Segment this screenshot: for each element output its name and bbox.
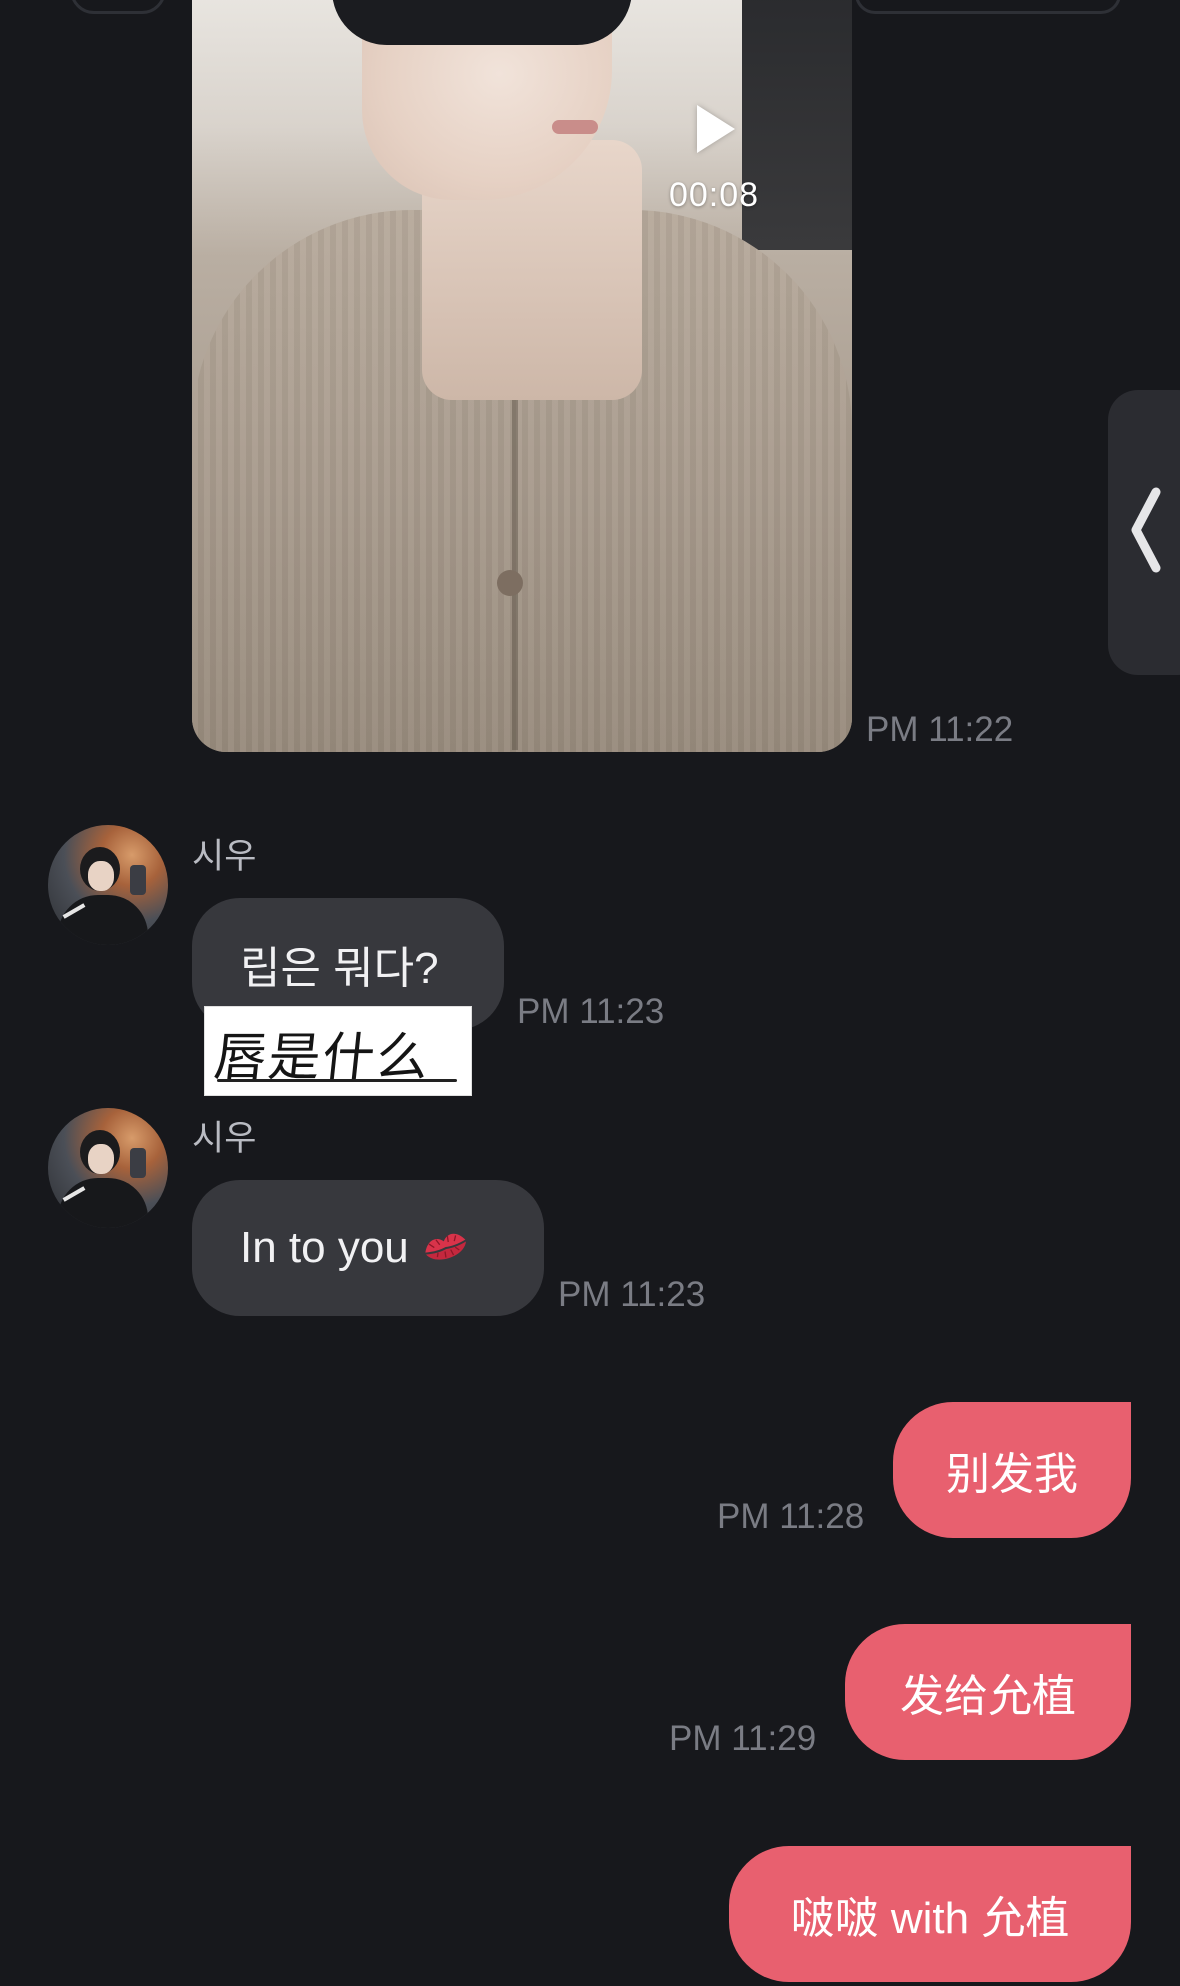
message-text: 别发我 xyxy=(946,1450,1078,1499)
message-timestamp: PM 11:23 xyxy=(517,992,665,1031)
video-timestamp: PM 11:22 xyxy=(866,710,1014,749)
chat-screen: 00:08 PM 11:22 시우 립은 뭐다? PM 11:23 唇是什么 시… xyxy=(0,0,1180,1986)
video-sweater-placket xyxy=(512,350,518,750)
outgoing-message-bubble[interactable]: 别发我 xyxy=(893,1402,1131,1538)
video-sweater-button xyxy=(497,570,523,596)
sender-name: 시우 xyxy=(192,1119,257,1158)
top-right-control[interactable] xyxy=(855,0,1121,14)
message-text: In to you xyxy=(240,1223,409,1272)
message-timestamp: PM 11:29 xyxy=(669,1719,817,1758)
outgoing-message-bubble[interactable]: 发给允植 xyxy=(845,1624,1131,1760)
video-message[interactable]: 00:08 xyxy=(192,0,852,752)
avatar-face xyxy=(88,1144,114,1174)
translation-note-underline xyxy=(217,1079,457,1082)
avatar-phone xyxy=(130,865,146,895)
avatar-body xyxy=(58,895,148,945)
video-duration: 00:08 xyxy=(668,176,760,214)
message-text: 发给允植 xyxy=(900,1672,1076,1721)
outgoing-message-bubble[interactable]: 啵啵 with 允植 xyxy=(729,1846,1131,1982)
video-hair xyxy=(332,0,632,45)
avatar[interactable] xyxy=(48,1108,168,1228)
avatar-phone xyxy=(130,1148,146,1178)
avatar-body xyxy=(58,1178,148,1228)
avatar[interactable] xyxy=(48,825,168,945)
chevron-left-icon[interactable] xyxy=(1124,480,1164,580)
message-bubble[interactable]: In to you xyxy=(192,1180,544,1316)
message-timestamp: PM 11:28 xyxy=(717,1497,865,1536)
message-text: 啵啵 with 允植 xyxy=(790,1894,1070,1943)
sender-name: 시우 xyxy=(192,837,257,876)
message-text: 립은 뭐다? xyxy=(240,944,439,993)
translation-note: 唇是什么 xyxy=(204,1006,472,1096)
message-timestamp: PM 11:23 xyxy=(558,1275,706,1314)
top-left-control[interactable] xyxy=(70,0,166,14)
avatar-face xyxy=(88,861,114,891)
play-icon[interactable] xyxy=(697,105,735,153)
kiss-mark-icon xyxy=(425,1233,466,1260)
video-lips xyxy=(552,120,598,134)
